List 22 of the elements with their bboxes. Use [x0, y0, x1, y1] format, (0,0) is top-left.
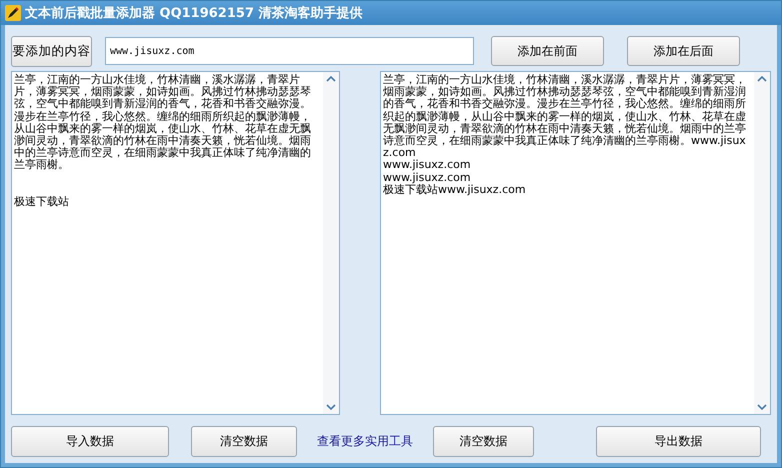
text-line: 极速下载站: [14, 196, 70, 208]
scroll-up-icon[interactable]: [757, 76, 767, 82]
content-input-field[interactable]: www.jisuxz.com: [105, 37, 474, 65]
data-button[interactable]: 清空数据: [191, 426, 297, 457]
text-line: www.jisuxz.com: [383, 172, 472, 184]
add-button[interactable]: 添加在后面: [627, 36, 740, 66]
content-label-button[interactable]: 要添加的内容: [11, 36, 92, 66]
text-line: www.jisuxz.com: [383, 159, 472, 172]
add-button[interactable]: 添加在前面: [491, 36, 604, 66]
tools-link[interactable]: 查看更多实用工具: [317, 433, 413, 450]
data-button[interactable]: 导入数据: [11, 426, 169, 457]
scroll-down-icon[interactable]: [326, 404, 336, 410]
right-text-area[interactable]: [380, 71, 771, 415]
scroll-up-icon[interactable]: [326, 76, 336, 82]
text-line: 极速下载站www.jisuxz.com: [383, 184, 527, 196]
window-title: 文本前后戳批量添加器 QQ11962157 清茶淘客助手提供: [25, 4, 363, 22]
data-button[interactable]: 导出数据: [596, 426, 761, 457]
pencil-icon: [5, 5, 21, 21]
left-text-area[interactable]: 兰亭，江南的一方山水佳境，竹林清幽，溪水潺潺，青翠片片，薄雾冥冥，烟雨蒙蒙，如诗如画。风拂过竹林拂动瑟瑟琴弦，空气中都能嗅到青新湿润的香气，花香和书香交融弥漫。漫步在兰亭竹径，我心悠然。缠绵的细雨所织起的飘渺薄幔，从山谷中飘来的雾一样的烟岚，使山水、竹林、花草在虚无飘渺间灵动，青翠欲滴的竹林在雨中清奏天籁，恍若仙境。烟雨中的兰亭诗意而空灵，在细雨蒙蒙中我真正体味了纯净清幽的兰亭雨榭。 极速下载站: [11, 71, 340, 415]
data-button[interactable]: 清空数据: [433, 426, 534, 457]
scroll-down-icon[interactable]: [757, 404, 767, 410]
text-line: 兰亭，江南的一方山水佳境，竹林清幽，溪水潺潺，青翠片片，薄雾冥冥，烟雨蒙蒙，如诗如画。风拂过竹林拂动瑟瑟琴弦，空气中都能嗅到青新湿润的香气，花香和书香交融弥漫。漫步在兰亭竹径，我心悠然。缠绵的细雨所织起的飘渺薄幔，从山谷中飘来的雾一样的烟岚，使山水、竹林、花草在虚无飘渺间灵动，青翠欲滴的竹林在雨中清奏天籁，恍若仙境。烟雨中的兰亭诗意而空灵，在细雨蒙蒙中我真正体味了纯净清幽的兰亭雨榭。: [14, 74, 312, 172]
